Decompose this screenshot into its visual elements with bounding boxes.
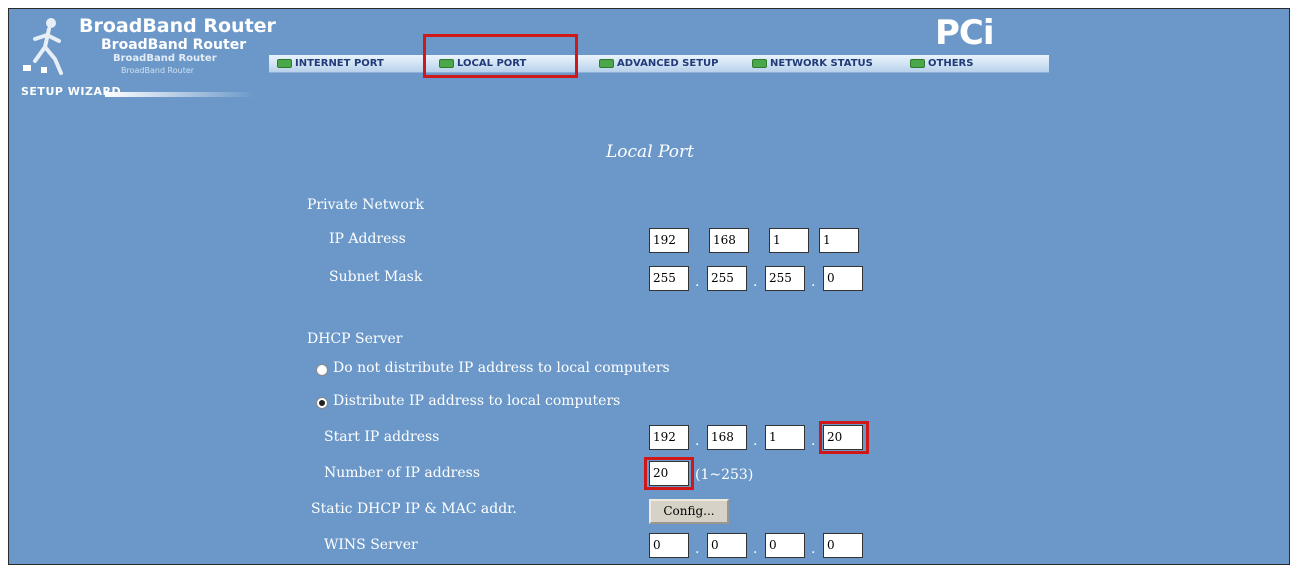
octet-separator: . bbox=[695, 433, 700, 449]
ip-octet-2[interactable]: 168 bbox=[709, 228, 749, 253]
brand-title-3: BroadBand Router bbox=[113, 53, 217, 64]
ip-count-range: (1~253) bbox=[695, 467, 754, 483]
config-button[interactable]: Config... bbox=[649, 499, 729, 524]
tab-label: ADVANCED SETUP bbox=[617, 58, 719, 69]
ip-count-highlight bbox=[644, 457, 694, 490]
radio-dhcp-off[interactable] bbox=[316, 364, 328, 376]
mask-octet-1[interactable]: 255 bbox=[649, 266, 689, 291]
tab-label: INTERNET PORT bbox=[295, 58, 384, 69]
arrow-icon bbox=[910, 59, 925, 68]
tab-label: NETWORK STATUS bbox=[770, 58, 873, 69]
octet-separator: . bbox=[811, 433, 816, 449]
octet-separator: . bbox=[753, 433, 758, 449]
subnet-mask-label: Subnet Mask bbox=[329, 269, 423, 285]
wins-octet-2[interactable]: 0 bbox=[707, 533, 747, 558]
start-ip-highlight bbox=[819, 421, 869, 454]
octet-separator: . bbox=[753, 274, 758, 290]
wizard-underline bbox=[105, 92, 255, 97]
mask-octet-2[interactable]: 255 bbox=[707, 266, 747, 291]
dhcp-off-label: Do not distribute IP address to local co… bbox=[333, 360, 670, 376]
brand-title-4: BroadBand Router bbox=[121, 66, 195, 75]
tab-others[interactable]: OTHERS bbox=[910, 56, 973, 71]
ip-octet-3[interactable]: 1 bbox=[769, 228, 809, 253]
brand-title-2: BroadBand Router bbox=[101, 37, 247, 53]
octet-separator: . bbox=[811, 274, 816, 290]
private-network-heading: Private Network bbox=[307, 197, 424, 213]
start-ip-octet-2[interactable]: 168 bbox=[707, 425, 747, 450]
octet-separator: . bbox=[695, 541, 700, 557]
ip-octet-4[interactable]: 1 bbox=[819, 228, 859, 253]
start-ip-label: Start IP address bbox=[324, 429, 440, 445]
octet-separator: . bbox=[695, 274, 700, 290]
dhcp-on-label: Distribute IP address to local computers bbox=[333, 393, 621, 409]
runner-logo-icon bbox=[23, 18, 63, 75]
tab-advanced-setup[interactable]: ADVANCED SETUP bbox=[599, 56, 718, 71]
ip-count-label: Number of IP address bbox=[324, 465, 481, 481]
octet-separator: . bbox=[753, 541, 758, 557]
brand-logo: BroadBand Router BroadBand Router BroadB… bbox=[21, 13, 276, 101]
tab-network-status[interactable]: NETWORK STATUS bbox=[752, 56, 873, 71]
arrow-icon bbox=[752, 59, 767, 68]
mask-octet-3[interactable]: 255 bbox=[765, 266, 805, 291]
router-admin-page: BroadBand Router BroadBand Router BroadB… bbox=[8, 8, 1290, 565]
static-dhcp-label: Static DHCP IP & MAC addr. bbox=[311, 501, 517, 517]
tab-internet-port[interactable]: INTERNET PORT bbox=[277, 56, 384, 71]
arrow-icon bbox=[277, 59, 292, 68]
pci-logo: PCi bbox=[935, 13, 995, 53]
main-nav: INTERNET PORT LOCAL PORT ADVANCED SETUP … bbox=[269, 55, 1049, 73]
ip-address-label: IP Address bbox=[329, 231, 406, 247]
brand-title: BroadBand Router bbox=[79, 15, 276, 37]
start-ip-octet-3[interactable]: 1 bbox=[765, 425, 805, 450]
wins-server-label: WINS Server bbox=[324, 537, 418, 553]
page-title: Local Port bbox=[606, 142, 694, 162]
octet-separator: . bbox=[811, 541, 816, 557]
wins-octet-3[interactable]: 0 bbox=[765, 533, 805, 558]
local-port-highlight bbox=[423, 34, 578, 78]
arrow-icon bbox=[599, 59, 614, 68]
wins-octet-1[interactable]: 0 bbox=[649, 533, 689, 558]
wins-octet-4[interactable]: 0 bbox=[823, 533, 863, 558]
dhcp-heading: DHCP Server bbox=[307, 331, 403, 347]
radio-dhcp-on[interactable] bbox=[316, 397, 328, 409]
mask-octet-4[interactable]: 0 bbox=[823, 266, 863, 291]
start-ip-octet-1[interactable]: 192 bbox=[649, 425, 689, 450]
tab-label: OTHERS bbox=[928, 58, 974, 69]
ip-octet-1[interactable]: 192 bbox=[649, 228, 689, 253]
